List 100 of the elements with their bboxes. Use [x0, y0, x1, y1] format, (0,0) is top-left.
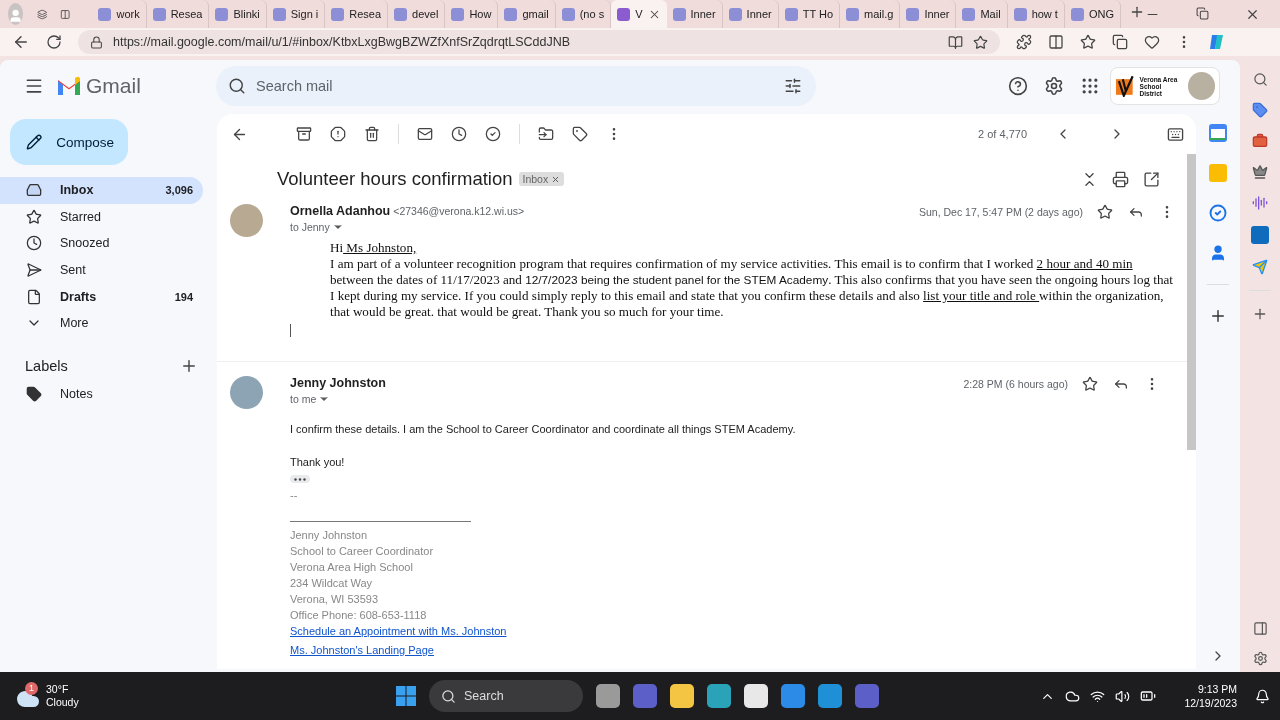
- volume-icon[interactable]: [1115, 688, 1131, 704]
- nav-item[interactable]: Sent: [0, 256, 203, 284]
- calendar-icon[interactable]: [1209, 124, 1227, 142]
- apps-grid-icon[interactable]: [1080, 76, 1100, 96]
- recipient-toggle[interactable]: to Jenny: [290, 221, 525, 233]
- notification-badge: 1: [25, 681, 38, 695]
- folder-icon[interactable]: [670, 684, 694, 708]
- add-app-icon[interactable]: [1209, 307, 1227, 325]
- show-trimmed-button[interactable]: [290, 475, 310, 483]
- search-icon[interactable]: [1252, 72, 1268, 87]
- reload-icon[interactable]: [46, 34, 62, 50]
- move-to-icon[interactable]: [538, 126, 554, 142]
- settings-icon[interactable]: [1252, 651, 1268, 666]
- back-icon[interactable]: [12, 33, 30, 51]
- signature-link[interactable]: Ms. Johnston's Landing Page: [290, 639, 434, 658]
- print-icon[interactable]: [1112, 170, 1129, 188]
- clock-date[interactable]: 12/19/2023: [1184, 696, 1237, 710]
- gmail-wordmark: Gmail: [86, 74, 141, 98]
- compose-button[interactable]: Compose: [10, 119, 128, 165]
- paper-plane-icon[interactable]: [1252, 259, 1268, 275]
- sender-avatar: [230, 376, 263, 409]
- favicon-icon: [451, 7, 465, 21]
- tasks-icon[interactable]: [1209, 204, 1227, 222]
- text-cursor: [290, 324, 291, 337]
- add-icon[interactable]: [1252, 306, 1268, 322]
- favorites-icon[interactable]: [1080, 34, 1096, 50]
- help-icon[interactable]: [1008, 76, 1028, 96]
- favicon-icon: [1013, 7, 1027, 21]
- favorite-icon[interactable]: [973, 34, 988, 50]
- email-subject: Volunteer hours confirmation: [277, 168, 513, 190]
- search-field[interactable]: Search mail: [216, 66, 816, 106]
- nav-item[interactable]: More: [0, 309, 203, 337]
- edge-icon[interactable]: [707, 684, 731, 708]
- search-icon: [441, 688, 456, 704]
- settings-icon[interactable]: [1044, 76, 1064, 96]
- contacts-icon[interactable]: [1209, 244, 1227, 262]
- chat-icon[interactable]: [633, 684, 657, 708]
- sidebar-toggle-icon[interactable]: [1252, 621, 1268, 636]
- favicon-icon: [394, 7, 408, 21]
- gmail-logo-icon: [56, 76, 82, 96]
- address-bar[interactable]: https://mail.google.com/mail/u/1/#inbox/KtbxLxgBwgBZWZfXnfSrZqdrqtLSCddJNB: [78, 30, 1000, 54]
- copilot-app-icon[interactable]: [1252, 195, 1268, 211]
- pencil-icon: [26, 133, 43, 151]
- store-icon[interactable]: [744, 684, 768, 708]
- delete-icon[interactable]: [364, 126, 380, 142]
- star-icon[interactable]: [1097, 204, 1113, 220]
- windows-start-icon[interactable]: [396, 686, 416, 706]
- collections-icon[interactable]: [1112, 34, 1128, 50]
- restore-icon[interactable]: [1196, 6, 1209, 20]
- new-window-icon[interactable]: [1143, 170, 1160, 188]
- label-icon[interactable]: [572, 126, 588, 142]
- tag-icon[interactable]: [1252, 102, 1268, 118]
- chess-icon[interactable]: [1252, 164, 1268, 180]
- teams-icon[interactable]: [855, 684, 879, 708]
- scrollbar[interactable]: [1187, 154, 1196, 450]
- nav-item[interactable]: Snoozed: [0, 230, 203, 257]
- taskbar-search[interactable]: Search: [429, 680, 583, 712]
- nav-item[interactable]: Inbox 3,096: [0, 177, 203, 204]
- keyboard-icon[interactable]: [1167, 125, 1184, 143]
- inbox-icon: [26, 182, 42, 199]
- mark-unread-icon[interactable]: [417, 126, 433, 142]
- filter-icon[interactable]: [784, 77, 802, 95]
- email-paragraph: Hi Ms Johnston,: [330, 240, 418, 256]
- copilot-icon[interactable]: [1208, 33, 1226, 51]
- app-icon[interactable]: [818, 684, 842, 708]
- onedrive-icon[interactable]: [1065, 688, 1081, 704]
- message-date: Sun, Dec 17, 5:47 PM (2 days ago): [919, 206, 1083, 218]
- favicon-icon: [504, 7, 518, 21]
- star-icon[interactable]: [1082, 376, 1098, 392]
- help-app-icon[interactable]: [781, 684, 805, 708]
- nav-item[interactable]: Drafts 194: [0, 283, 203, 310]
- nav-item[interactable]: Starred: [0, 203, 203, 231]
- snooze-icon[interactable]: [451, 126, 467, 142]
- recipient-toggle[interactable]: to me: [290, 393, 386, 405]
- favicon-icon: [672, 7, 686, 21]
- split-screen-icon[interactable]: [1048, 34, 1064, 50]
- browser-tab[interactable]: V: [611, 0, 667, 28]
- add-task-icon[interactable]: [485, 126, 501, 142]
- new-tab-icon[interactable]: [1129, 4, 1145, 20]
- signature-line: --: [290, 488, 299, 503]
- report-spam-icon[interactable]: [330, 126, 346, 142]
- toolbox-icon[interactable]: [1252, 133, 1268, 149]
- remove-label-icon[interactable]: [551, 174, 561, 184]
- extensions-icon[interactable]: [1016, 34, 1032, 50]
- search-icon[interactable]: [228, 77, 246, 95]
- heart-icon[interactable]: [1144, 34, 1160, 50]
- clock-time[interactable]: 9:13 PM: [1197, 682, 1237, 696]
- read-aloud-icon[interactable]: [948, 34, 963, 50]
- favicon-icon: [962, 7, 976, 21]
- archive-icon[interactable]: [296, 126, 312, 142]
- task-view-icon[interactable]: [596, 684, 620, 708]
- inbox-label-chip[interactable]: Inbox: [518, 172, 565, 186]
- signature-line: School to Career Coordinator: [290, 544, 435, 559]
- battery-icon[interactable]: [1140, 688, 1157, 704]
- favicon-icon: [846, 7, 860, 21]
- signature-link[interactable]: Schedule an Appointment with Ms. Johnston: [290, 623, 507, 639]
- label-item[interactable]: Notes: [0, 380, 203, 408]
- menu-icon[interactable]: [24, 76, 44, 96]
- notifications-icon[interactable]: [1255, 688, 1270, 704]
- clock-icon: [26, 235, 42, 252]
